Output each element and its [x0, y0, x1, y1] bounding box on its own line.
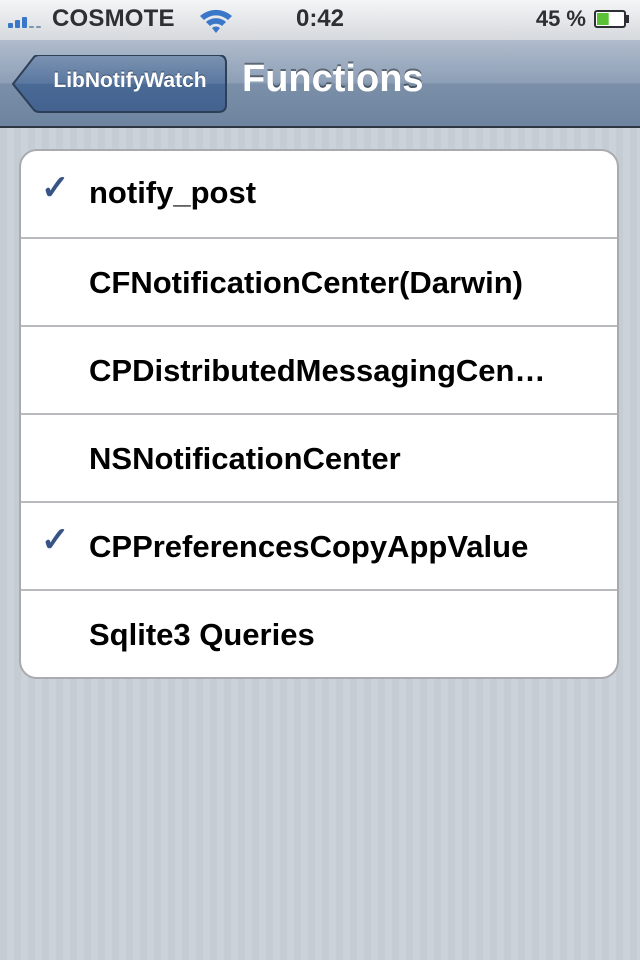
navigation-bar: LibNotifyWatch Functions: [0, 40, 640, 128]
battery-icon: [594, 10, 629, 28]
list-item[interactable]: ✓Sqlite3 Queries: [21, 589, 617, 677]
list-item-label: CFNotificationCenter(Darwin): [89, 265, 523, 300]
checkmark-icon: ✓: [41, 169, 70, 207]
list-item[interactable]: ✓CFNotificationCenter(Darwin): [21, 237, 617, 325]
battery-percentage: 45 %: [535, 6, 586, 31]
list-item[interactable]: ✓ notify_post: [21, 151, 617, 237]
list-item-label: CPDistributedMessagingCen…: [89, 353, 546, 388]
back-button-label: LibNotifyWatch: [53, 69, 207, 92]
list-item-label: notify_post: [89, 175, 257, 210]
functions-list: ✓notify_post✓CFNotificationCenter(Darwin…: [19, 149, 619, 679]
status-bar: COSMOTE 0:42 45 %: [0, 0, 640, 41]
checkmark-icon: ✓: [41, 521, 70, 559]
list-item-label: Sqlite3 Queries: [89, 617, 315, 652]
page-title: Functions: [242, 58, 424, 100]
list-item-label: CPPreferencesCopyAppValue: [89, 529, 529, 564]
list-item[interactable]: ✓CPDistributedMessagingCen…: [21, 325, 617, 413]
list-item-label: NSNotificationCenter: [89, 441, 401, 476]
list-item[interactable]: ✓NSNotificationCenter: [21, 413, 617, 501]
list-item[interactable]: ✓ CPPreferencesCopyAppValue: [21, 501, 617, 589]
